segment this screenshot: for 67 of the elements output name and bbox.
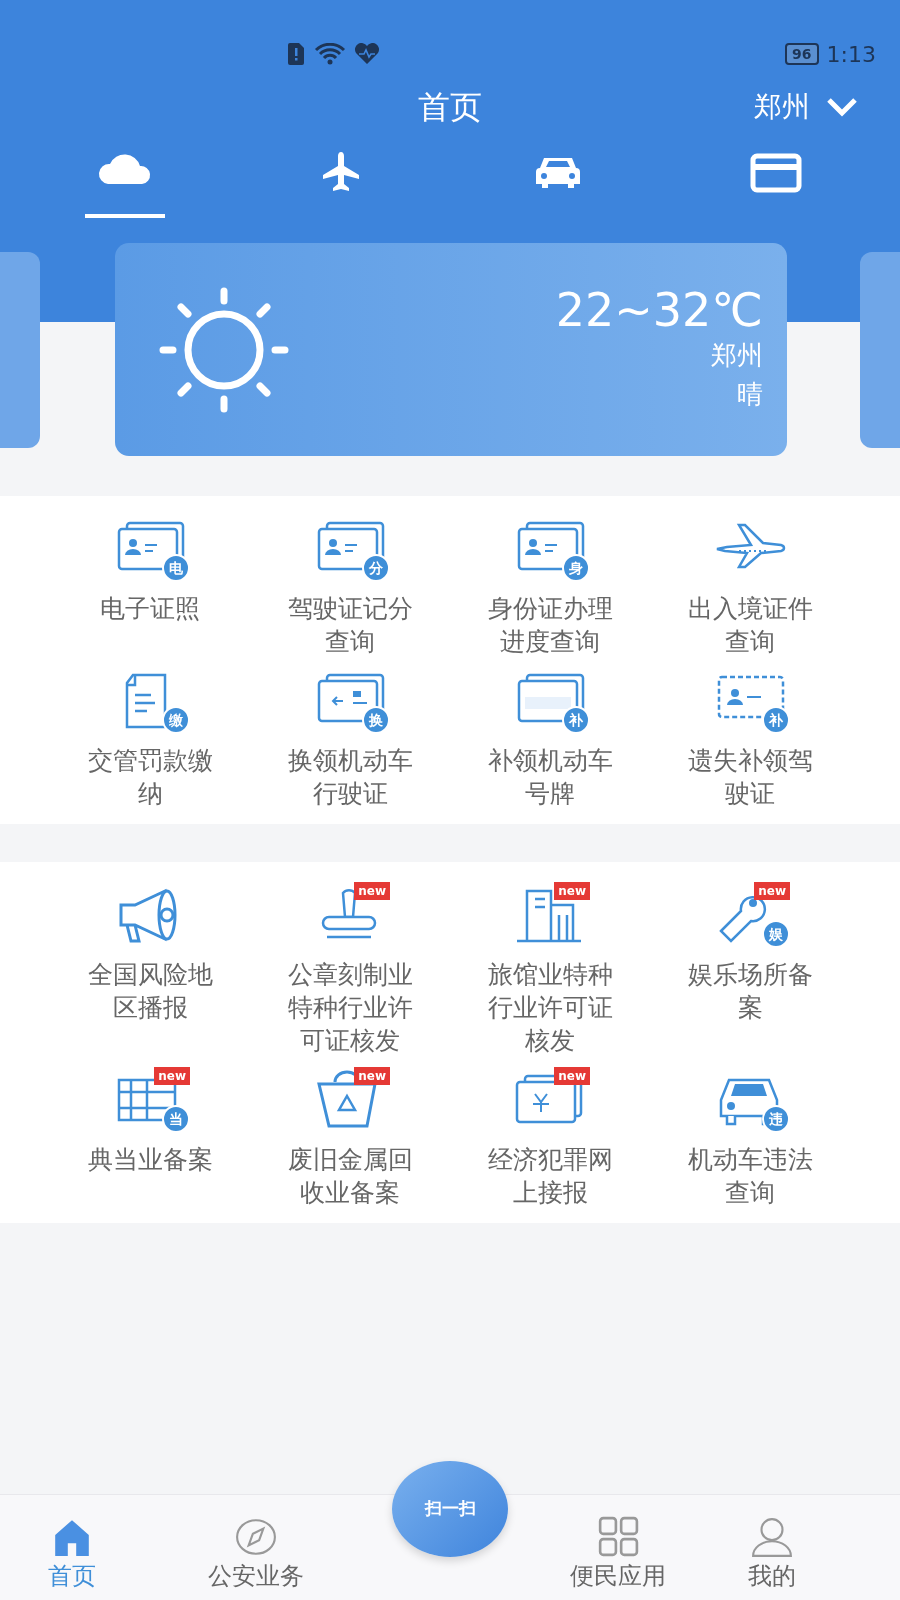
service-label: 换领机动车行驶证 xyxy=(286,745,414,810)
new-tag: new xyxy=(354,882,390,900)
service-label: 交管罚款缴纳 xyxy=(86,745,214,810)
page-title: 首页 xyxy=(418,87,482,128)
service-tile[interactable]: new 公章刻制业特种行业许可证核发 xyxy=(250,878,450,1057)
icon-badge: 缴 xyxy=(162,706,190,734)
service-label: 电子证照 xyxy=(100,593,200,625)
service-tile[interactable]: new 当 典当业备案 xyxy=(50,1063,250,1209)
service-tile[interactable]: new 废旧金属回收业备案 xyxy=(250,1063,450,1209)
service-tile[interactable]: 分 驾驶证记分查询 xyxy=(250,512,450,658)
new-tag: new xyxy=(754,882,790,900)
scan-button[interactable]: 扫一扫 xyxy=(392,1461,508,1557)
service-tile[interactable]: 电 电子证照 xyxy=(50,512,250,658)
service-label: 补领机动车号牌 xyxy=(486,745,614,810)
weather-condition: 晴 xyxy=(737,377,763,411)
temperature-range: 22~32℃ xyxy=(555,285,763,336)
service-tile[interactable]: 补 补领机动车号牌 xyxy=(450,664,650,810)
service-tile[interactable]: new 娱 娱乐场所备案 xyxy=(650,878,850,1057)
sim-alert-icon xyxy=(286,43,306,65)
service-tile[interactable]: 违 机动车违法查询 xyxy=(650,1063,850,1209)
icon-badge: 娱 xyxy=(762,920,790,948)
icon-badge: 换 xyxy=(362,706,390,734)
icon-badge: 分 xyxy=(362,554,390,582)
service-tile[interactable]: new 经济犯罪网上接报 xyxy=(450,1063,650,1209)
service-label: 驾驶证记分查询 xyxy=(286,593,414,658)
compass-icon xyxy=(234,1516,278,1558)
service-label: 公章刻制业特种行业许可证核发 xyxy=(286,959,414,1057)
new-tag: new xyxy=(154,1067,190,1085)
icon-badge: 当 xyxy=(162,1105,190,1133)
heart-rate-icon xyxy=(354,43,380,65)
nav-tab[interactable]: 我的 xyxy=(748,1516,796,1594)
icon-badge: 补 xyxy=(762,706,790,734)
service-tile[interactable]: 换 换领机动车行驶证 xyxy=(250,664,450,810)
grid-icon xyxy=(596,1516,640,1558)
service-label: 废旧金属回收业备案 xyxy=(286,1144,414,1209)
service-label: 娱乐场所备案 xyxy=(686,959,814,1024)
service-tile[interactable]: 全国风险地区播报 xyxy=(50,878,250,1057)
icon-badge: 身 xyxy=(562,554,590,582)
wifi-icon xyxy=(314,43,346,65)
service-tile[interactable]: 身 身份证办理进度查询 xyxy=(450,512,650,658)
service-label: 身份证办理进度查询 xyxy=(486,593,614,658)
city-selector[interactable]: 郑州 xyxy=(754,86,858,128)
new-tag: new xyxy=(554,882,590,900)
service-tile[interactable]: 缴 交管罚款缴纳 xyxy=(50,664,250,810)
service-label: 遗失补领驾驶证 xyxy=(686,745,814,810)
nav-tab[interactable]: 公安业务 xyxy=(208,1516,304,1594)
chevron-down-icon xyxy=(826,97,858,117)
service-label: 旅馆业特种行业许可证核发 xyxy=(486,959,614,1057)
service-label: 出入境证件查询 xyxy=(686,593,814,658)
battery-indicator: 96 xyxy=(785,43,819,65)
new-tag: new xyxy=(554,1067,590,1085)
nav-tab[interactable]: 便民应用 xyxy=(570,1516,666,1594)
new-tag: new xyxy=(354,1067,390,1085)
icon-badge: 违 xyxy=(762,1105,790,1133)
service-label: 全国风险地区播报 xyxy=(86,959,214,1024)
weather-city: 郑州 xyxy=(711,338,763,372)
service-label: 机动车违法查询 xyxy=(686,1144,814,1209)
service-label: 经济犯罪网上接报 xyxy=(486,1144,614,1209)
user-icon xyxy=(750,1516,794,1558)
icon-badge: 电 xyxy=(162,554,190,582)
status-time: 1:13 xyxy=(826,40,876,69)
icon-badge: 补 xyxy=(562,706,590,734)
service-tile[interactable]: 出入境证件查询 xyxy=(650,512,850,658)
service-tile[interactable]: new 旅馆业特种行业许可证核发 xyxy=(450,878,650,1057)
nav-tab[interactable]: 首页 xyxy=(48,1516,96,1594)
service-tile[interactable]: 补 遗失补领驾驶证 xyxy=(650,664,850,810)
service-label: 典当业备案 xyxy=(87,1144,213,1176)
